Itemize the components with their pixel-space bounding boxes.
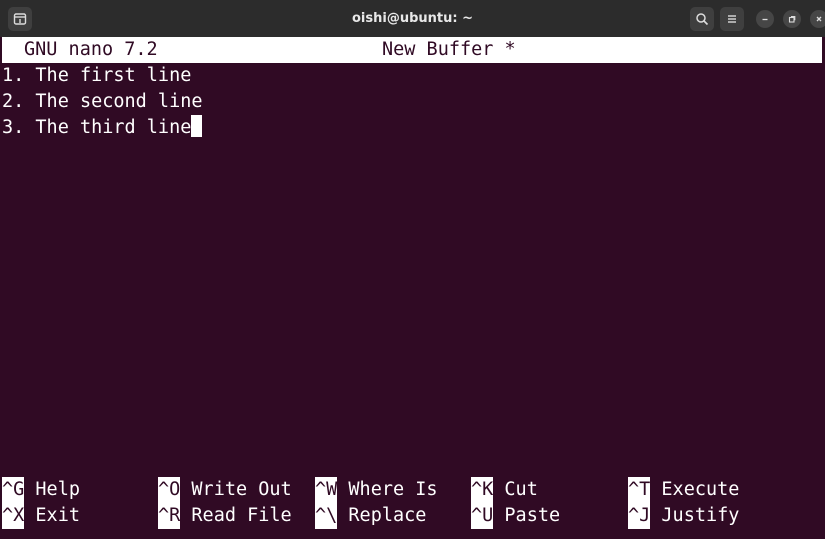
menu-button[interactable] bbox=[720, 7, 744, 31]
editor-line-2[interactable]: 2. The second line bbox=[2, 89, 202, 115]
close-icon bbox=[816, 16, 822, 22]
shortcut-exit[interactable]: ^X Exit bbox=[2, 503, 80, 529]
maximize-button[interactable] bbox=[783, 10, 801, 28]
shortcut-read-file[interactable]: ^R Read File bbox=[158, 503, 292, 529]
hamburger-menu-icon bbox=[728, 15, 736, 23]
shortcut-execute[interactable]: ^T Execute bbox=[628, 477, 739, 503]
buffer-name: New Buffer * bbox=[382, 39, 516, 60]
shortcut-justify[interactable]: ^J Justify bbox=[628, 503, 739, 529]
terminal-area[interactable]: GNU nano 7.2 New Buffer * 1. The first l… bbox=[0, 37, 825, 539]
editor-line-1[interactable]: 1. The first line bbox=[2, 63, 191, 89]
search-icon bbox=[696, 13, 709, 26]
shortcut-replace[interactable]: ^\ Replace bbox=[315, 503, 426, 529]
shortcut-write-out[interactable]: ^O Write Out bbox=[158, 477, 292, 503]
search-button[interactable] bbox=[690, 7, 714, 31]
text-cursor bbox=[191, 115, 203, 137]
terminal-window: oishi@ubuntu: ~ GNU nano 7.2 New Buffer … bbox=[0, 0, 825, 539]
shortcut-where-is[interactable]: ^W Where Is bbox=[315, 477, 438, 503]
minimize-icon bbox=[762, 18, 768, 21]
close-button[interactable] bbox=[810, 10, 825, 28]
title-bar: oishi@ubuntu: ~ bbox=[0, 0, 825, 37]
nano-header-bar: GNU nano 7.2 New Buffer * bbox=[2, 37, 822, 63]
editor-line-3[interactable]: 3. The third line bbox=[2, 115, 203, 141]
shortcut-cut[interactable]: ^K Cut bbox=[471, 477, 538, 503]
shortcut-help[interactable]: ^G Help bbox=[2, 477, 80, 503]
shortcut-paste[interactable]: ^U Paste bbox=[471, 503, 560, 529]
maximize-icon bbox=[788, 15, 796, 23]
nano-version: GNU nano 7.2 bbox=[24, 39, 158, 60]
minimize-button[interactable] bbox=[756, 10, 774, 28]
